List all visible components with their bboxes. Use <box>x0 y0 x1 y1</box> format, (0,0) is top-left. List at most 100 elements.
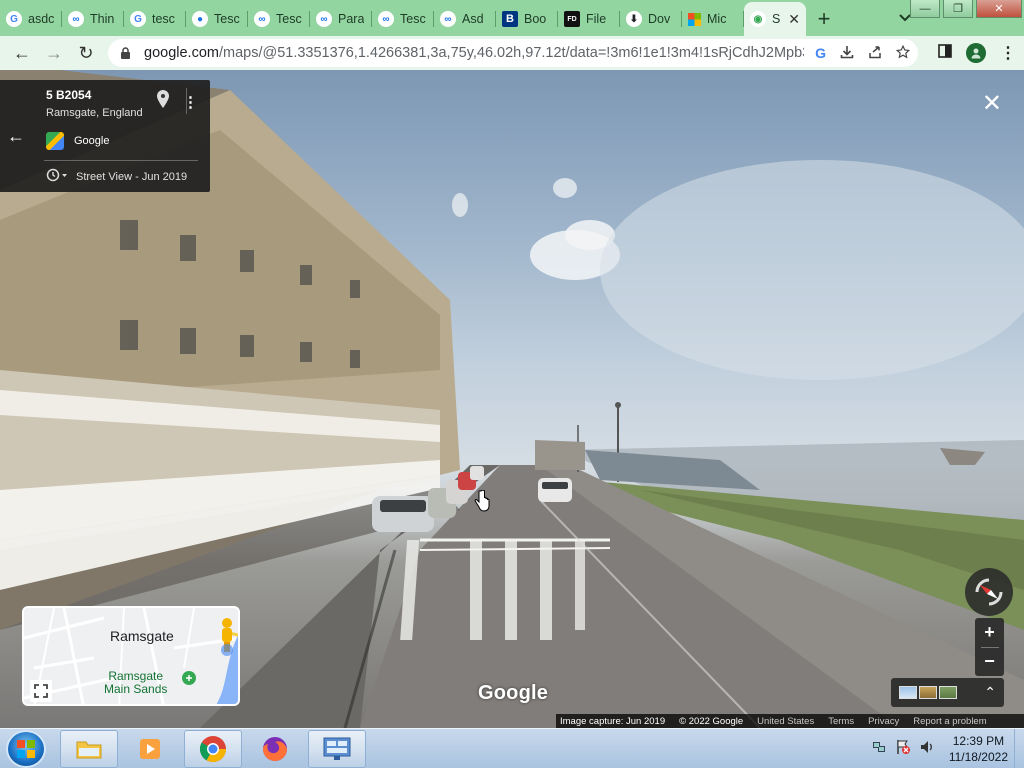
start-button[interactable] <box>6 730 46 768</box>
tab-1[interactable]: ∞ Thin <box>62 2 124 36</box>
media-player-icon <box>140 739 160 759</box>
more-options-icon[interactable]: ⋮ <box>183 93 198 111</box>
compass-control[interactable] <box>965 568 1013 616</box>
street-view-panorama[interactable]: ← 5 B2054 Ramsgate, England ⋮ Google Str… <box>0 70 1024 728</box>
tab-close-icon[interactable]: ✕ <box>788 11 800 28</box>
mini-map-town-label: Ramsgate <box>110 628 174 644</box>
window-controls: — ❐ ✕ <box>910 0 1022 18</box>
tab-7[interactable]: ∞ Asd <box>434 2 496 36</box>
country-link[interactable]: United States <box>757 716 814 727</box>
install-icon[interactable] <box>840 45 854 62</box>
zoom-out-button[interactable]: − <box>975 648 1004 677</box>
eye-icon: ∞ <box>440 11 456 27</box>
toolbar-right: ⋮ <box>938 36 1016 70</box>
windows-taskbar: 12:39 PM 11/18/2022 <box>0 728 1024 768</box>
tab-2[interactable]: Gtesc <box>124 2 186 36</box>
taskbar-control-panel[interactable] <box>308 730 366 768</box>
taskbar-firefox[interactable] <box>246 730 304 768</box>
profile-avatar-icon[interactable] <box>966 43 986 63</box>
lock-icon[interactable] <box>118 46 132 60</box>
tab-12[interactable]: ◉ S ✕ <box>744 2 806 36</box>
privacy-link[interactable]: Privacy <box>868 716 899 727</box>
window-close-button[interactable]: ✕ <box>976 0 1022 18</box>
google-watermark: Google <box>478 682 549 704</box>
image-capture-text: Image capture: Jun 2019 <box>560 715 666 727</box>
photo-strip-toggle[interactable]: ⌃ <box>891 678 1004 707</box>
taskbar-chrome[interactable] <box>184 730 242 768</box>
bookmark-star-icon[interactable] <box>895 44 911 62</box>
capture-date-label[interactable]: Street View - Jun 2019 <box>76 171 187 183</box>
map-pin-icon[interactable] <box>157 90 169 113</box>
tab-title: Asd <box>462 12 484 26</box>
download-icon: ⬇ <box>626 11 642 27</box>
eye-icon: ∞ <box>316 11 332 27</box>
side-panel-icon[interactable] <box>938 43 952 63</box>
mini-map[interactable]: Ramsgate Ramsgate Main Sands <box>22 606 240 706</box>
network-icon[interactable] <box>871 739 887 760</box>
system-tray: 12:39 PM 11/18/2022 <box>871 729 1024 768</box>
copyright-text: © 2022 Google <box>679 715 744 727</box>
volume-icon[interactable] <box>919 739 935 760</box>
google-maps-icon <box>46 132 64 150</box>
clock[interactable]: 12:39 PM 11/18/2022 <box>949 733 1008 765</box>
provider-name: Google <box>74 135 110 147</box>
menu-kebab-icon[interactable]: ⋮ <box>1000 43 1016 63</box>
tab-0[interactable]: Gasdc <box>0 2 62 36</box>
dot-icon: ● <box>192 11 208 27</box>
terms-link[interactable]: Terms <box>828 716 854 727</box>
tab-9[interactable]: FD File <box>558 2 620 36</box>
tab-title: Boo <box>524 12 547 26</box>
tab-title: Tesc <box>400 12 426 26</box>
back-button[interactable]: ← <box>6 37 38 69</box>
taskbar-media-player[interactable] <box>122 730 180 768</box>
share-icon[interactable] <box>868 45 882 62</box>
taskbar-explorer[interactable] <box>60 730 118 768</box>
eye-icon: ∞ <box>68 11 84 27</box>
tab-title: Para <box>338 12 365 26</box>
back-arrow-button[interactable]: ← <box>0 80 32 192</box>
pegman-icon <box>221 618 233 656</box>
reload-button[interactable]: ↻ <box>70 37 102 69</box>
tab-title: Mic <box>707 12 727 26</box>
report-problem-link[interactable]: Report a problem <box>913 716 986 727</box>
capture-date-selector[interactable]: Street View - Jun 2019 <box>46 168 187 185</box>
thumbnail-3[interactable] <box>939 686 957 699</box>
provider-row: Google <box>46 132 109 150</box>
history-clock-icon[interactable] <box>46 168 68 185</box>
tab-5[interactable]: ∞ Para <box>310 2 372 36</box>
tab-3[interactable]: ● Tesc <box>186 2 248 36</box>
hand-cursor-icon <box>474 489 490 517</box>
clock-date: 11/18/2022 <box>948 750 1008 764</box>
tab-title: S <box>772 12 781 26</box>
new-tab-button[interactable]: + <box>806 2 842 36</box>
expand-chevron-icon[interactable]: ⌃ <box>984 684 996 701</box>
eye-icon: ∞ <box>254 11 270 27</box>
zoom-in-button[interactable]: + <box>975 618 1004 647</box>
back-arrow-icon: ← <box>7 125 25 146</box>
show-desktop-button[interactable] <box>1014 729 1024 768</box>
restore-button[interactable]: ❐ <box>943 0 973 18</box>
google-lens-icon[interactable]: G <box>815 45 826 61</box>
url-text[interactable]: google.com/maps/@51.3351376,1.4266381,3a… <box>144 45 804 61</box>
browser-toolbar: ← → ↻ google.com/maps/@51.3351376,1.4266… <box>0 36 1024 70</box>
fd-icon: FD <box>564 11 580 27</box>
tab-title: tesc <box>152 12 175 26</box>
thumbnail-1[interactable] <box>899 686 917 699</box>
mini-map-poi-label: Ramsgate Main Sands <box>104 670 167 696</box>
card-actions: ⋮ <box>157 90 198 113</box>
minimize-button[interactable]: — <box>910 0 940 18</box>
thumbnail-2[interactable] <box>919 686 937 699</box>
close-street-view-icon[interactable]: ✕ <box>982 92 1002 116</box>
tab-11[interactable]: Mic <box>682 2 744 36</box>
forward-button[interactable]: → <box>38 37 70 69</box>
tab-title: asdc <box>28 12 55 26</box>
tab-10[interactable]: ⬇ Dov <box>620 2 682 36</box>
tab-6[interactable]: ∞ Tesc <box>372 2 434 36</box>
tab-8[interactable]: B Boo <box>496 2 558 36</box>
omnibox-actions: G <box>815 39 911 67</box>
address-bar[interactable]: google.com/maps/@51.3351376,1.4266381,3a… <box>108 39 918 67</box>
tab-4[interactable]: ∞ Tesc <box>248 2 310 36</box>
fullscreen-toggle-icon[interactable] <box>30 680 52 702</box>
card-divider <box>44 160 198 161</box>
action-center-icon[interactable] <box>895 739 911 760</box>
